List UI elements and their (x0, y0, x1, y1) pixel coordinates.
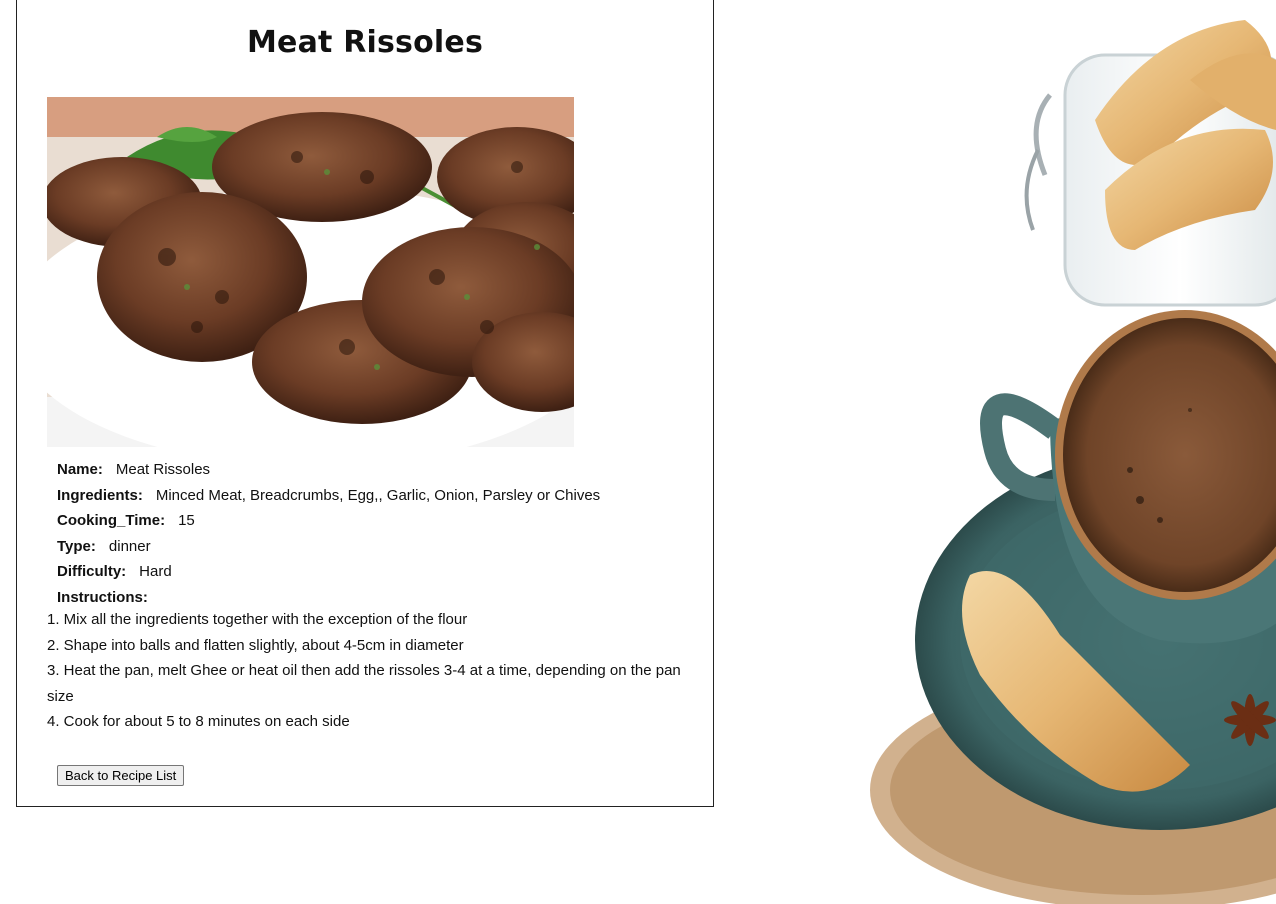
name-label: Name: (57, 461, 103, 478)
instruction-step: 3. Heat the pan, melt Ghee or heat oil t… (47, 662, 681, 705)
instruction-step: 2. Shape into balls and flatten slightly… (47, 636, 464, 654)
instruction-step: 4. Cook for about 5 to 8 minutes on each… (47, 713, 350, 731)
coffee-croissant-background-image (870, 20, 1276, 904)
ingredients-label: Ingredients: (57, 486, 143, 504)
difficulty-row: Difficulty: Hard (57, 559, 600, 585)
recipe-details: Name: Meat Rissoles Ingredients: Minced Me… (57, 457, 600, 611)
type-row: Type: dinner (57, 534, 600, 560)
cooking-time-label: Cooking_Time: (57, 512, 166, 530)
recipe-card: Meat Rissoles Name: Meat Rissoles Ingred… (16, 0, 714, 807)
recipe-page: Meat Rissoles Name: Meat Rissoles Ingred… (0, 0, 1276, 904)
type-label: Type: (57, 537, 96, 555)
ingredients-value: Minced Meat, Breadcrumbs, Egg,, Garlic, … (155, 486, 601, 504)
instructions-list: 1. Mix all the ingredients together with… (47, 607, 687, 735)
cooking-time-row: Cooking_Time: 15 (57, 508, 600, 534)
ingredients-row: Ingredients: Minced Meat, Breadcrumbs, Eg… (57, 483, 600, 509)
cooking-time-value: 15 (178, 512, 195, 530)
type-value: dinner (108, 537, 151, 555)
back-to-recipe-list-button[interactable]: Back to Recipe List (57, 765, 185, 786)
recipe-photo (47, 97, 574, 447)
name-value: Meat Rissoles (115, 461, 211, 478)
recipe-title: Meat Rissoles (246, 25, 484, 60)
difficulty-label: Difficulty: (57, 563, 127, 581)
difficulty-value: Hard (139, 563, 172, 581)
instruction-step: 1. Mix all the ingredients together with… (47, 611, 468, 628)
instructions-label: Instructions: (57, 588, 148, 606)
name-row: Name: Meat Rissoles (57, 457, 600, 483)
